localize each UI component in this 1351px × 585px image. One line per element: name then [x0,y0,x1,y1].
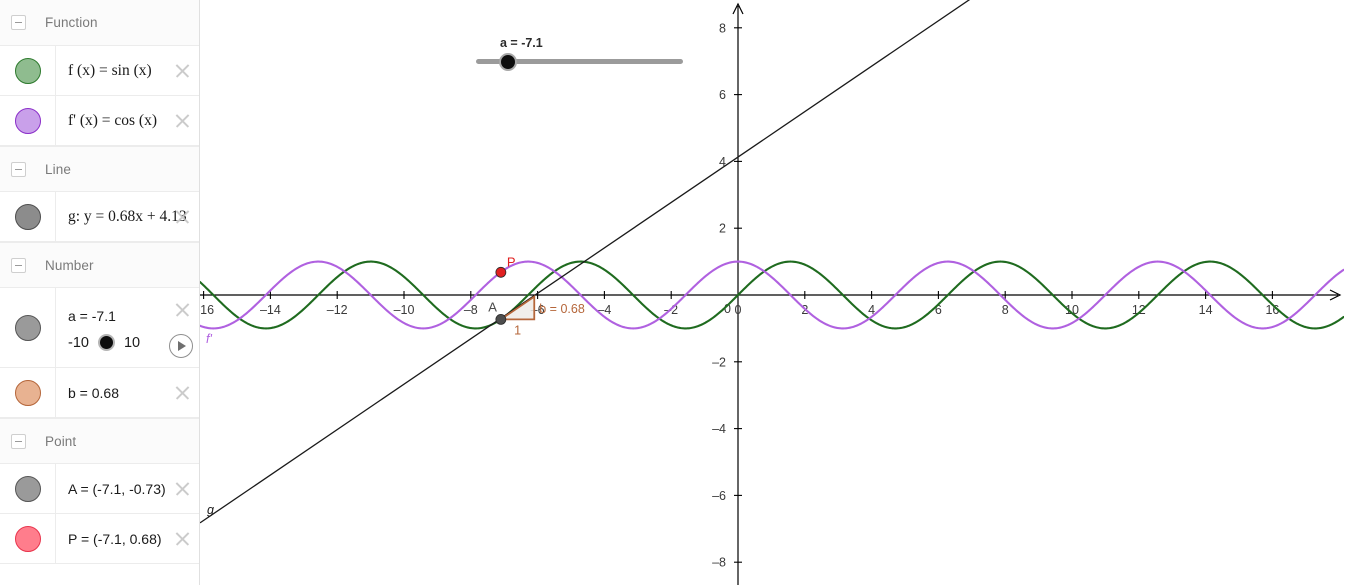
x-tick-label: –12 [327,303,348,317]
marble-cell[interactable] [0,192,56,241]
visibility-marble-g[interactable] [14,203,41,230]
graphics-slider-label: a = -7.1 [500,36,543,50]
content-cell[interactable]: A = (-7.1, -0.73) [56,464,199,513]
slider-max-label: 10 [123,334,141,351]
visibility-marble-f[interactable] [14,57,41,84]
algebra-view: Function f (x) = sin (x) f' (x) = cos (x… [0,0,200,585]
close-icon[interactable] [173,530,191,548]
y-tick-label: –8 [712,556,726,570]
minus-icon[interactable] [11,433,26,449]
minus-icon[interactable] [11,161,26,177]
group-title-number: Number [45,257,94,273]
visibility-marble-a[interactable] [14,314,41,341]
group-header-number[interactable]: Number [0,242,199,288]
algebra-label-f: f (x) = sin (x) [68,61,152,79]
play-icon[interactable] [169,334,193,358]
label-g: g [207,503,214,517]
graphics-slider-knob[interactable] [499,53,517,71]
x-tick-label: –16 [200,303,214,317]
slider-min-label: -10 [68,334,89,351]
algebra-row-g[interactable]: g: y = 0.68x + 4.13 [0,192,199,242]
close-icon[interactable] [173,301,191,319]
algebra-label-fprime: f' (x) = cos (x) [68,111,158,129]
point-A[interactable] [495,313,507,325]
close-icon[interactable] [173,480,191,498]
slope-triangle[interactable] [497,294,536,321]
x-tick-label: –14 [260,303,281,317]
content-cell[interactable]: f' (x) = cos (x) [56,96,199,145]
slider-knob[interactable] [97,334,115,351]
triangle-height-label: b = 0.68 [539,302,585,316]
triangle-base-label: 1 [514,323,521,337]
x-tick-label: 14 [1199,303,1213,317]
y-tick-label: 8 [719,21,726,35]
algebra-label-a: a = -7.1 [68,308,116,324]
content-cell[interactable]: P = (-7.1, 0.68) [56,514,199,563]
algebra-row-P[interactable]: P = (-7.1, 0.68) [0,514,199,564]
close-icon[interactable] [173,112,191,130]
marble-cell[interactable] [0,96,56,145]
group-header-function[interactable]: Function [0,0,199,46]
x-tick-label: 8 [1002,303,1009,317]
curves-group[interactable]: f' g [200,0,1344,524]
marble-cell[interactable] [0,514,56,563]
algebra-slider-a[interactable]: -10 10 [68,334,140,351]
algebra-row-a[interactable]: a = -7.1 -10 10 [0,288,199,368]
x-tick-label: 0 [735,303,742,317]
marble-cell[interactable] [0,46,56,95]
label-P: P [507,254,516,269]
marble-cell[interactable] [0,288,56,367]
overlay-group[interactable]: 1 b = 0.68 A P [488,254,585,337]
group-title-function: Function [45,15,98,30]
close-icon[interactable] [173,62,191,80]
group-header-line[interactable]: Line [0,146,199,192]
algebra-row-fprime[interactable]: f' (x) = cos (x) [0,96,199,146]
minus-icon[interactable] [11,15,26,30]
geogebra-app: Function f (x) = sin (x) f' (x) = cos (x… [0,0,1351,585]
label-f-prime: f' [206,332,212,346]
visibility-marble-P[interactable] [14,525,41,552]
y-tick-label: –6 [712,489,726,503]
content-cell[interactable]: f (x) = sin (x) [56,46,199,95]
y-tick-label: –4 [712,422,726,436]
close-icon[interactable] [173,208,191,226]
group-header-point[interactable]: Point [0,418,199,464]
graphics-view[interactable]: –16–14–12–10–8–6–4–20246810121416–8–6–4–… [200,0,1351,585]
label-A: A [488,299,497,314]
x-tick-label: –4 [597,303,611,317]
content-cell[interactable]: b = 0.68 [56,368,199,417]
y-tick-label: –2 [712,355,726,369]
x-tick-label: –10 [394,303,415,317]
algebra-label-P: P = (-7.1, 0.68) [68,530,162,547]
y-tick-label: 2 [719,222,726,236]
algebra-row-A[interactable]: A = (-7.1, -0.73) [0,464,199,514]
visibility-marble-b[interactable] [14,379,41,406]
marble-cell[interactable] [0,368,56,417]
plot-canvas[interactable]: –16–14–12–10–8–6–4–20246810121416–8–6–4–… [200,0,1344,585]
algebra-row-f[interactable]: f (x) = sin (x) [0,46,199,96]
visibility-marble-A[interactable] [14,475,41,502]
group-title-point: Point [45,433,77,449]
y-tick-label: 6 [719,88,726,102]
minus-icon[interactable] [11,257,26,273]
marble-cell[interactable] [0,464,56,513]
visibility-marble-fprime[interactable] [14,107,41,134]
algebra-row-b[interactable]: b = 0.68 [0,368,199,418]
content-cell[interactable]: a = -7.1 -10 10 [56,288,199,367]
close-icon[interactable] [173,384,191,402]
algebra-label-b: b = 0.68 [68,384,119,401]
algebra-label-A: A = (-7.1, -0.73) [68,480,166,497]
group-title-line: Line [45,161,71,177]
content-cell[interactable]: g: y = 0.68x + 4.13 [56,192,199,241]
algebra-label-g: g: y = 0.68x + 4.13 [68,207,187,225]
point-P[interactable] [495,266,507,278]
